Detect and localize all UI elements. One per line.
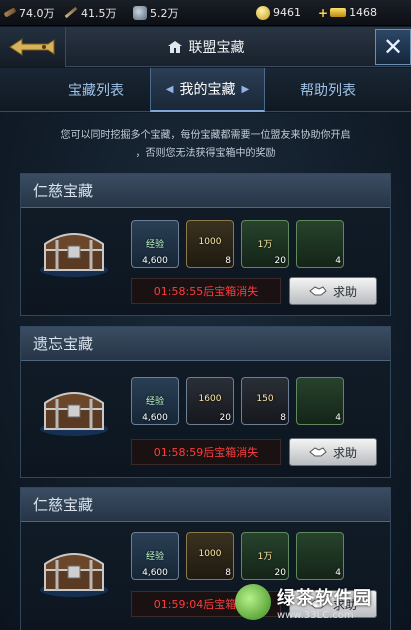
resource-bar: 74.0万 41.5万 5.2万 9461 + 1468 (0, 0, 411, 26)
tab-my-treasure[interactable]: ◀ 我的宝藏 ▶ (150, 68, 265, 112)
sword-icon (64, 6, 78, 19)
treasure-chest-icon (40, 233, 108, 277)
item-count: 4,600 (142, 256, 168, 266)
item-label: 1万 (257, 552, 273, 562)
reward-item[interactable]: 4 (296, 377, 344, 425)
reward-item[interactable]: 1600 20 (186, 377, 234, 425)
treasure-name: 仁慈宝藏 (21, 174, 390, 208)
tab-help-list[interactable]: 帮助列表 (276, 68, 380, 112)
reward-item[interactable]: 1万 20 (241, 220, 289, 268)
reward-item[interactable]: 4 (296, 220, 344, 268)
coin-icon (256, 5, 270, 20)
treasure-content: 您可以同时挖掘多个宝藏，每份宝藏都需要一位盟友来协助你开启 ，否则您无法获得宝箱… (0, 113, 411, 630)
countdown-timer: 01:58:55后宝箱消失 (131, 278, 281, 304)
resource-gold[interactable]: + 1468 (318, 0, 377, 26)
handshake-icon (309, 447, 327, 457)
request-help-button[interactable]: 求助 (289, 277, 377, 305)
close-button[interactable]: ✕ (375, 29, 411, 65)
item-count: 20 (219, 413, 231, 423)
item-count: 8 (280, 413, 286, 423)
arrow-back-icon (8, 38, 54, 56)
coin-amount: 9461 (273, 6, 301, 19)
watermark-main: 绿茶软件园 (277, 587, 372, 609)
item-label: 1600 (198, 394, 222, 404)
arrow-right-icon: ▶ (241, 83, 250, 95)
plus-icon[interactable]: + (318, 6, 328, 20)
item-count: 4,600 (142, 568, 168, 578)
notice-line-1: 您可以同时挖掘多个宝藏，每份宝藏都需要一位盟友来协助你开启 (60, 130, 351, 141)
tab-bar: 宝藏列表 ◀ 我的宝藏 ▶ 帮助列表 (0, 68, 411, 112)
treasure-name: 遗忘宝藏 (21, 327, 390, 361)
item-count: 20 (274, 568, 286, 578)
gold-ingot-icon (330, 8, 347, 17)
item-count: 4 (335, 568, 341, 578)
reward-item[interactable]: 4 (296, 532, 344, 580)
resource-wood: 74.0万 (3, 0, 55, 26)
tab-treasure-list-label: 宝藏列表 (68, 83, 124, 99)
treasure-chest-icon (40, 553, 108, 597)
watermark: 绿茶软件园 www.33LC.com (235, 580, 405, 624)
watermark-sub: www.33LC.com (277, 609, 354, 621)
reward-item[interactable]: 1000 8 (186, 220, 234, 268)
weapon-amount: 41.5万 (81, 6, 117, 20)
ore-amount: 5.2万 (150, 6, 179, 20)
reward-items: 经验 4,600 1000 8 1万 20 4 (131, 220, 351, 268)
reward-item[interactable]: 经验 4,600 (131, 532, 179, 580)
alliance-tent-icon (167, 41, 182, 53)
reward-item[interactable]: 经验 4,600 (131, 220, 179, 268)
title-bar: 联盟宝藏 ✕ (0, 27, 411, 67)
item-count: 4 (335, 413, 341, 423)
ore-icon (133, 5, 147, 20)
arrow-left-icon: ◀ (165, 83, 174, 95)
watermark-logo-icon (235, 584, 271, 620)
tab-help-list-label: 帮助列表 (300, 83, 356, 99)
notice-text: 您可以同时挖掘多个宝藏，每份宝藏都需要一位盟友来协助你开启 ，否则您无法获得宝箱… (10, 127, 401, 163)
item-count: 8 (225, 568, 231, 578)
watermark-text: 绿茶软件园 www.33LC.com (277, 584, 372, 621)
request-help-button[interactable]: 求助 (289, 438, 377, 466)
resource-coin: 9461 (256, 0, 301, 26)
countdown-timer: 01:58:59后宝箱消失 (131, 439, 281, 465)
item-count: 20 (274, 256, 286, 266)
item-label: 150 (256, 394, 274, 404)
treasure-name: 仁慈宝藏 (21, 488, 390, 522)
notice-line-2: ，否则您无法获得宝箱中的奖励 (135, 148, 276, 159)
handshake-icon (309, 286, 327, 296)
item-label: 1000 (198, 549, 222, 559)
page-title-text: 联盟宝藏 (188, 40, 245, 56)
reward-item[interactable]: 150 8 (241, 377, 289, 425)
item-label: 1000 (198, 237, 222, 247)
item-count: 4,600 (142, 413, 168, 423)
wood-icon (3, 7, 17, 18)
resource-weapon: 41.5万 (64, 0, 117, 26)
item-label: 经验 (145, 240, 164, 250)
gold-amount: 1468 (349, 6, 378, 19)
request-help-label: 求助 (332, 445, 357, 460)
item-label: 1万 (257, 240, 273, 250)
item-label: 经验 (145, 397, 164, 407)
reward-items: 经验 4,600 1600 20 150 8 4 (131, 377, 351, 425)
resource-ore: 5.2万 (133, 0, 179, 26)
close-icon: ✕ (382, 33, 404, 61)
item-label: 经验 (145, 552, 164, 562)
treasure-chest-icon (40, 392, 108, 436)
reward-item[interactable]: 经验 4,600 (131, 377, 179, 425)
wood-amount: 74.0万 (19, 6, 55, 20)
reward-item[interactable]: 1万 20 (241, 532, 289, 580)
item-count: 4 (335, 256, 341, 266)
reward-items: 经验 4,600 1000 8 1万 20 4 (131, 532, 351, 580)
back-button[interactable] (0, 27, 66, 67)
request-help-label: 求助 (332, 284, 357, 299)
reward-item[interactable]: 1000 8 (186, 532, 234, 580)
item-count: 8 (225, 256, 231, 266)
treasure-card: 仁慈宝藏 经验 4,600 1000 8 (20, 173, 391, 316)
tab-my-treasure-label: 我的宝藏 (179, 82, 236, 98)
tab-treasure-list[interactable]: 宝藏列表 (36, 68, 156, 112)
treasure-card: 遗忘宝藏 经验 4,600 1600 20 150 8 4 01:58:59后宝… (20, 326, 391, 478)
